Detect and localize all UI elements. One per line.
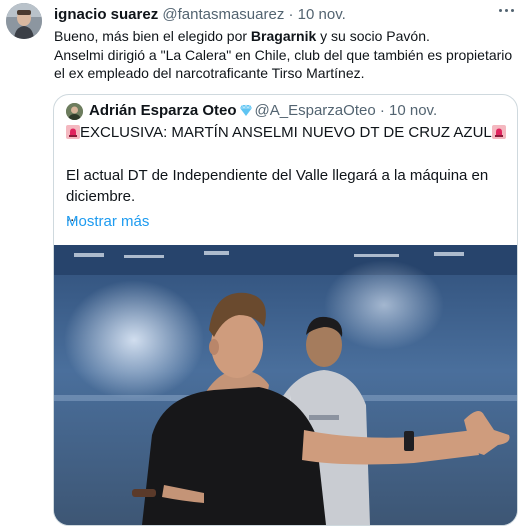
text-segment: Bueno, más bien el elegido por bbox=[54, 28, 251, 44]
tweet-text-line-3: el ex empleado del narcotraficante Tirso… bbox=[54, 65, 365, 81]
tweet-text-line-2: Anselmi dirigió a "La Calera" en Chile, … bbox=[54, 46, 513, 63]
quoted-header: Adrián Esparza Oteo @A_EsparzaOteo · 10 n… bbox=[89, 101, 437, 123]
siren-icon bbox=[66, 125, 80, 146]
author-name[interactable]: ignacio suarez bbox=[54, 6, 158, 23]
quoted-photo[interactable] bbox=[54, 245, 517, 525]
quoted-headline: EXCLUSIVA: MARTÍN ANSELMI NUEVO DT DE CR… bbox=[66, 123, 506, 146]
quoted-author-handle[interactable]: @A_EsparzaOteo bbox=[255, 102, 376, 119]
separator-dot: · bbox=[379, 102, 385, 119]
tweet: ignacio suarez @fantasmasuarez · 10 nov.… bbox=[0, 0, 524, 526]
quoted-body-line-1: El actual DT de Independiente del Valle … bbox=[66, 167, 489, 184]
quoted-blank-line bbox=[66, 146, 506, 167]
separator-dot: · bbox=[288, 6, 294, 23]
quoted-author-avatar[interactable] bbox=[66, 103, 83, 120]
quoted-author-name[interactable]: Adrián Esparza Oteo bbox=[89, 102, 237, 119]
show-more-link[interactable]: Mostrar más bbox=[66, 212, 149, 232]
author-avatar[interactable] bbox=[6, 3, 42, 39]
tweet-text: Bueno, más bien el elegido por Bragarnik… bbox=[54, 27, 520, 83]
quoted-tweet[interactable]: Adrián Esparza Oteo @A_EsparzaOteo · 10 n… bbox=[53, 94, 518, 526]
tweet-text-line-1: Bueno, más bien el elegido por Bragarnik… bbox=[54, 27, 520, 46]
tweet-timestamp[interactable]: 10 nov. bbox=[298, 6, 346, 23]
author-handle[interactable]: @fantasmasuarez bbox=[162, 6, 284, 23]
diamond-icon bbox=[239, 103, 253, 123]
quoted-body-line-2: diciembre. bbox=[66, 187, 136, 205]
quoted-headline-text: EXCLUSIVA: MARTÍN ANSELMI NUEVO DT DE CR… bbox=[80, 124, 492, 141]
tweet-header: ignacio suarez @fantasmasuarez · 10 nov. bbox=[54, 5, 346, 25]
quoted-timestamp[interactable]: 10 nov. bbox=[389, 102, 437, 119]
more-options-icon[interactable] bbox=[496, 4, 518, 18]
text-segment: y su socio Pavón. bbox=[316, 28, 430, 44]
mention-bold: Bragarnik bbox=[250, 28, 317, 44]
siren-icon bbox=[491, 125, 506, 146]
